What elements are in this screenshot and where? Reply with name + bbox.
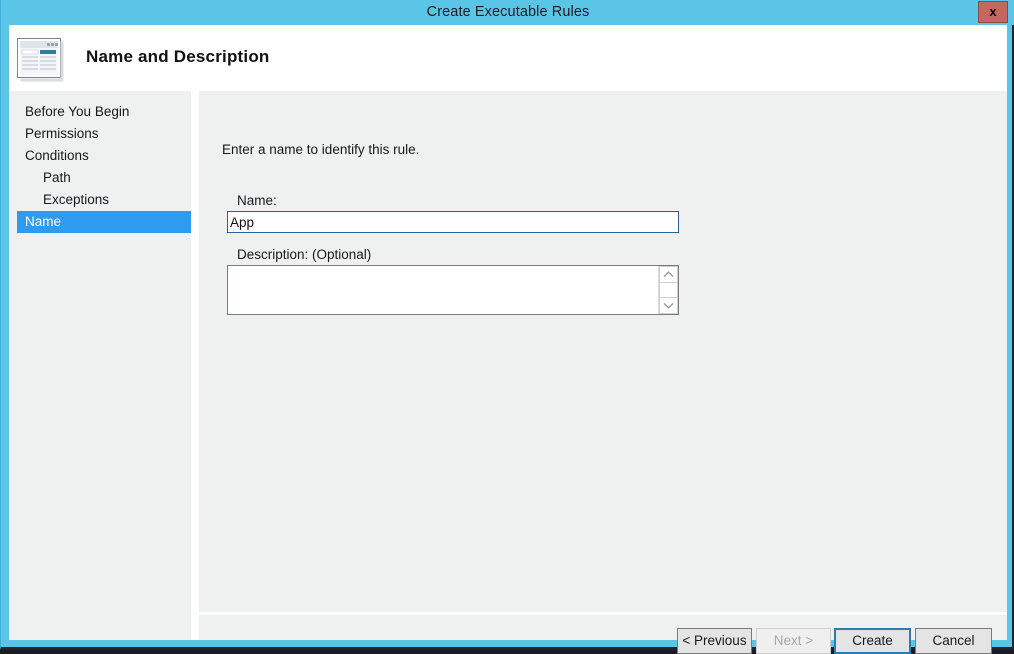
sidebar-item-conditions[interactable]: Conditions [17, 145, 199, 167]
chevron-up-icon [663, 271, 674, 278]
instruction-text: Enter a name to identify this rule. [222, 142, 420, 157]
wizard-page-icon [17, 38, 65, 82]
dialog-footer: < Previous Next > Create Cancel [199, 615, 1007, 654]
dialog-client-area: Name and Description Before You Begin Pe… [9, 25, 1007, 654]
chevron-down-icon [663, 302, 674, 309]
sidebar-item-permissions[interactable]: Permissions [17, 123, 199, 145]
description-scrollbar[interactable] [658, 266, 678, 314]
scrollbar-track[interactable] [659, 283, 678, 297]
close-icon: x [989, 4, 997, 19]
previous-button[interactable]: < Previous [677, 628, 752, 654]
wizard-steps-sidebar: Before You Begin Permissions Conditions … [9, 91, 199, 640]
cancel-button[interactable]: Cancel [915, 628, 992, 654]
sidebar-item-path[interactable]: Path [17, 167, 199, 189]
description-field-wrapper [227, 265, 679, 315]
name-field-label: Name: [237, 193, 277, 208]
scroll-down-button[interactable] [659, 297, 678, 314]
close-button[interactable]: x [978, 1, 1008, 23]
next-button: Next > [756, 628, 831, 654]
sidebar-divider [191, 91, 199, 640]
sidebar-item-before-you-begin[interactable]: Before You Begin [17, 101, 199, 123]
dialog-window: Create Executable Rules x Name and Descr… [0, 0, 1014, 654]
page-title: Name and Description [86, 47, 270, 66]
title-bar: Create Executable Rules x [1, 0, 1014, 25]
main-pane: Enter a name to identify this rule. Name… [199, 91, 1007, 640]
description-input[interactable] [228, 266, 658, 314]
description-field-label: Description: (Optional) [237, 247, 372, 262]
scroll-up-button[interactable] [659, 266, 678, 283]
create-button[interactable]: Create [834, 628, 911, 654]
window-title: Create Executable Rules [426, 4, 590, 20]
page-header: Name and Description [9, 25, 1007, 91]
name-input[interactable] [227, 211, 679, 233]
sidebar-item-exceptions[interactable]: Exceptions [17, 189, 199, 211]
sidebar-item-name[interactable]: Name [17, 211, 199, 233]
